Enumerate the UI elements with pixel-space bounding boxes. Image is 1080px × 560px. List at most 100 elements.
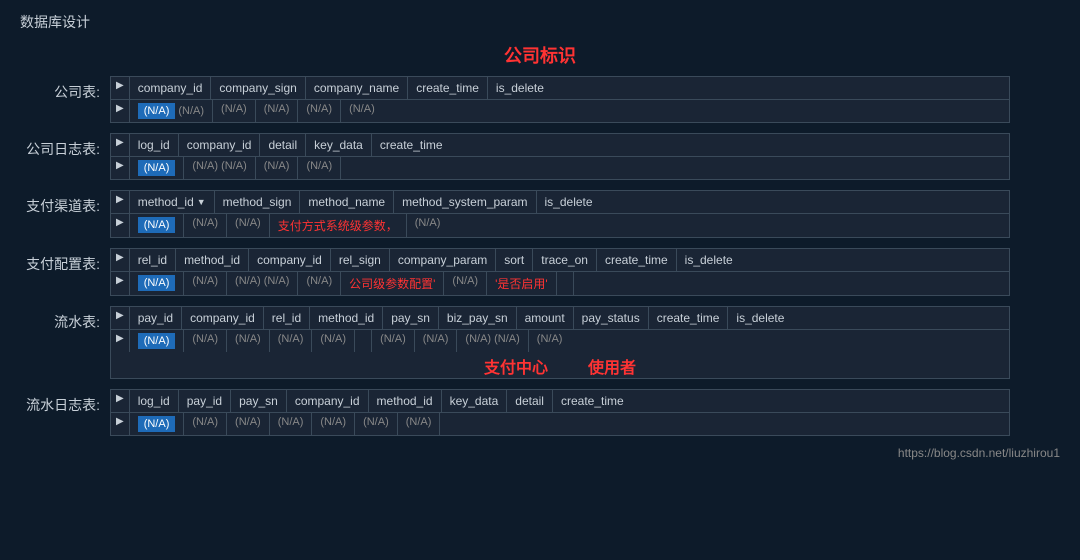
table-box-2: ▶method_id ▼method_signmethod_namemethod… <box>110 190 1010 238</box>
header-cell-1: method_id <box>176 249 249 271</box>
annotation-label: 支付中心 <box>484 354 548 378</box>
header-cell-0: log_id <box>130 390 179 412</box>
header-cell-4: method_id <box>369 390 442 412</box>
table-header-2: ▶method_id ▼method_signmethod_namemethod… <box>111 191 1009 214</box>
header-cell-3: method_id <box>310 307 383 329</box>
data-cell-3: 支付方式系统级参数， <box>270 214 407 237</box>
table-label-1: 公司日志表: <box>20 133 110 159</box>
data-cell-5: (N/A) <box>355 413 398 435</box>
data-cell-5 <box>355 330 372 352</box>
table-header-4: ▶pay_idcompany_idrel_idmethod_idpay_snbi… <box>111 307 1009 330</box>
table-row-1: 公司日志表:▶log_idcompany_iddetailkey_datacre… <box>20 133 1060 180</box>
header-cell-2: pay_sn <box>231 390 287 412</box>
header-cell-2: rel_id <box>264 307 310 329</box>
data-cell-3: (N/A) <box>270 413 313 435</box>
header-cell-1: pay_id <box>179 390 231 412</box>
table-row-5: 流水日志表:▶log_idpay_idpay_sncompany_idmetho… <box>20 389 1060 436</box>
header-cell-6: trace_on <box>533 249 597 271</box>
table-data-row-0: ▶(N/A)(N/A)(N/A)(N/A)(N/A)(N/A) <box>111 100 1009 122</box>
data-cell-1: (N/A) <box>184 272 227 295</box>
data-cell-6: (N/A) <box>372 330 415 352</box>
table-header-3: ▶rel_idmethod_idcompany_idrel_signcompan… <box>111 249 1009 272</box>
data-cell-1: (N/A) <box>213 100 256 122</box>
header-cell-4: is_delete <box>488 77 552 99</box>
table-box-1: ▶log_idcompany_iddetailkey_datacreate_ti… <box>110 133 1010 180</box>
header-cell-1: method_sign <box>215 191 301 213</box>
header-cell-0: rel_id <box>130 249 176 271</box>
table-row-3: 支付配置表:▶rel_idmethod_idcompany_idrel_sign… <box>20 248 1060 296</box>
header-cell-2: method_name <box>300 191 394 213</box>
table-data-row-2: ▶(N/A)(N/A)(N/A)支付方式系统级参数，(N/A) <box>111 214 1009 237</box>
header-cell-0: log_id <box>130 134 179 156</box>
table-data-row-3: ▶(N/A)(N/A)(N/A) (N/A)(N/A)公司级参数配置'(N/A)… <box>111 272 1009 295</box>
header-cell-7: pay_status <box>574 307 649 329</box>
arrow-cell: ▶ <box>111 77 130 99</box>
header-cell-9: is_delete <box>728 307 792 329</box>
data-cell-1: (N/A) <box>184 330 227 352</box>
table-data-row-5: ▶(N/A)(N/A)(N/A)(N/A)(N/A)(N/A)(N/A) <box>111 413 1009 435</box>
arrow-cell: ▶ <box>111 249 130 271</box>
header-cell-4: company_param <box>390 249 496 271</box>
arrow-cell: ▶ <box>111 191 130 213</box>
table-row-0: 公司表:▶company_idcompany_signcompany_namec… <box>20 76 1060 123</box>
data-cell-4: (N/A) <box>312 330 355 352</box>
table-row-2: 支付渠道表:▶method_id ▼method_signmethod_name… <box>20 190 1060 238</box>
arrow-data-cell: ▶ <box>111 272 130 295</box>
data-cell-2: (N/A) <box>256 157 299 179</box>
arrow-data-cell: ▶ <box>111 413 130 435</box>
data-cell-2: (N/A) (N/A) <box>227 272 298 295</box>
data-cell-3: (N/A) <box>298 272 341 295</box>
data-cell-7: (N/A) <box>415 330 458 352</box>
table-data-row-4: ▶(N/A)(N/A)(N/A)(N/A)(N/A)(N/A)(N/A)(N/A… <box>111 330 1009 352</box>
data-cell-3: (N/A) <box>270 330 313 352</box>
table-box-3: ▶rel_idmethod_idcompany_idrel_signcompan… <box>110 248 1010 296</box>
header-cell-2: detail <box>260 134 306 156</box>
header-cell-2: company_name <box>306 77 408 99</box>
header-cell-8: create_time <box>649 307 729 329</box>
data-cell-3: (N/A) <box>298 157 341 179</box>
header-cell-8: is_delete <box>677 249 741 271</box>
arrow-data-cell: ▶ <box>111 157 130 179</box>
table-label-3: 支付配置表: <box>20 248 110 274</box>
data-cell-2: (N/A) <box>256 100 299 122</box>
header-cell-0: pay_id <box>130 307 182 329</box>
data-cell-2: (N/A) <box>227 214 270 237</box>
header-cell-7: create_time <box>553 390 632 412</box>
header-cell-5: biz_pay_sn <box>439 307 517 329</box>
data-cell-0: (N/A)(N/A) <box>130 100 213 122</box>
header-cell-0: company_id <box>130 77 212 99</box>
data-cell-4: 公司级参数配置' <box>341 272 444 295</box>
header-cell-7: create_time <box>597 249 677 271</box>
data-cell-0: (N/A) <box>130 413 185 435</box>
data-cell-9: (N/A) <box>529 330 571 352</box>
table-box-0: ▶company_idcompany_signcompany_namecreat… <box>110 76 1010 123</box>
arrow-cell: ▶ <box>111 390 130 412</box>
header-cell-2: company_id <box>249 249 331 271</box>
header-cell-1: company_id <box>182 307 264 329</box>
table-label-4: 流水表: <box>20 306 110 332</box>
data-cell-6: '是否启用' <box>487 272 557 295</box>
header-cell-5: sort <box>496 249 533 271</box>
table-header-5: ▶log_idpay_idpay_sncompany_idmethod_idke… <box>111 390 1009 413</box>
table-box-5: ▶log_idpay_idpay_sncompany_idmethod_idke… <box>110 389 1010 436</box>
data-cell-4 <box>341 157 357 179</box>
data-cell-4: (N/A) <box>312 413 355 435</box>
arrow-cell: ▶ <box>111 307 130 329</box>
data-cell-1: (N/A) <box>184 214 227 237</box>
table-label-5: 流水日志表: <box>20 389 110 415</box>
table-data-row-1: ▶(N/A)(N/A) (N/A)(N/A)(N/A) <box>111 157 1009 179</box>
data-cell-0: (N/A) <box>130 214 185 237</box>
header-cell-3: rel_sign <box>331 249 390 271</box>
table-label-2: 支付渠道表: <box>20 190 110 216</box>
arrow-cell: ▶ <box>111 134 130 156</box>
annotation-label: 使用者 <box>588 354 636 378</box>
table-header-1: ▶log_idcompany_iddetailkey_datacreate_ti… <box>111 134 1009 157</box>
data-cell-2: (N/A) <box>227 330 270 352</box>
data-cell-7 <box>440 413 456 435</box>
table-label-0: 公司表: <box>20 76 110 102</box>
table-row-4: 流水表:▶pay_idcompany_idrel_idmethod_idpay_… <box>20 306 1060 379</box>
data-cell-2: (N/A) <box>227 413 270 435</box>
arrow-data-cell: ▶ <box>111 330 130 352</box>
data-cell-8 <box>574 272 590 295</box>
arrow-data-cell: ▶ <box>111 100 130 122</box>
